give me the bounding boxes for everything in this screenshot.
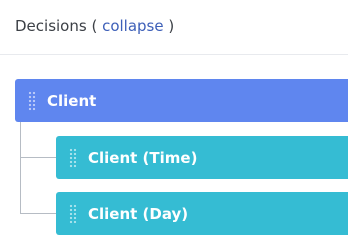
open-paren: (: [86, 17, 103, 35]
collapse-link[interactable]: collapse: [102, 17, 164, 35]
tree-node-label: Client: [47, 91, 97, 110]
drag-handle-icon[interactable]: [28, 90, 36, 111]
decisions-panel: Decisions ( collapse ) Client Client (Ti…: [0, 0, 348, 251]
tree-connector-horizontal: [20, 157, 56, 158]
drag-handle-icon[interactable]: [69, 147, 77, 168]
panel-title: Decisions: [15, 17, 87, 35]
tree-connector-vertical: [20, 122, 21, 214]
drag-handle-icon[interactable]: [69, 203, 77, 224]
panel-header: Decisions ( collapse ): [0, 0, 348, 55]
tree-node-client[interactable]: Client: [15, 79, 348, 122]
tree-connector-horizontal: [20, 213, 56, 214]
tree-node-client-time[interactable]: Client (Time): [56, 136, 348, 179]
tree-node-label: Client (Time): [88, 148, 198, 167]
close-paren: ): [163, 17, 175, 35]
tree-node-client-day[interactable]: Client (Day): [56, 192, 348, 235]
tree-node-label: Client (Day): [88, 204, 189, 223]
